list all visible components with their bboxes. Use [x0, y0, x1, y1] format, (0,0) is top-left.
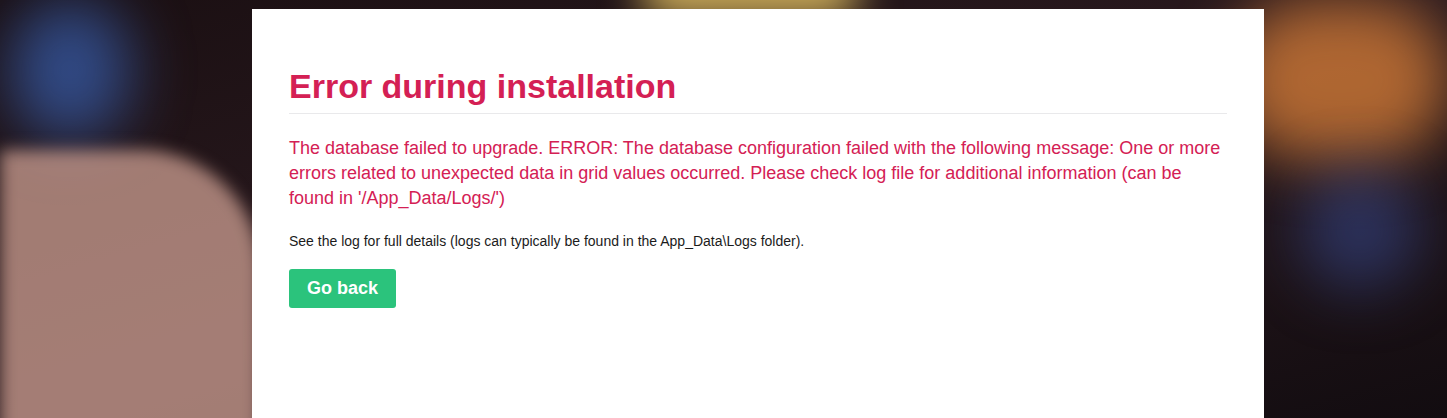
go-back-button[interactable]: Go back — [289, 269, 396, 308]
log-hint: See the log for full details (logs can t… — [289, 231, 804, 251]
error-message: The database failed to upgrade. ERROR: T… — [289, 136, 1227, 211]
bokeh-light — [1300, 170, 1420, 290]
hand-shape — [0, 150, 260, 418]
error-card: Error during installation The database fa… — [252, 9, 1264, 418]
installer-background: Error during installation The database fa… — [0, 0, 1447, 418]
bokeh-light — [10, 0, 130, 140]
error-title: Error during installation — [289, 65, 1227, 114]
